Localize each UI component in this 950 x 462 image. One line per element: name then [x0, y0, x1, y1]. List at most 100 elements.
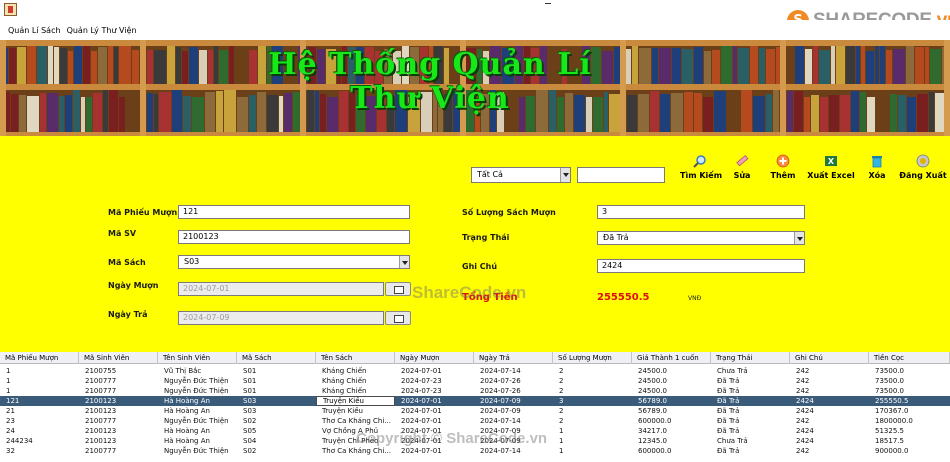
table-cell[interactable]: 2: [553, 366, 632, 376]
table-cell[interactable]: Truyện Chí Phèo: [316, 436, 395, 446]
table-cell[interactable]: 600000.0: [632, 416, 711, 426]
table-cell[interactable]: 2100123: [79, 436, 158, 446]
table-cell[interactable]: 2024-07-09: [474, 426, 553, 436]
table-cell[interactable]: 255550.5: [869, 396, 950, 406]
table-cell[interactable]: 1: [0, 376, 79, 386]
column-header[interactable]: Số Lượng Mượn: [553, 352, 632, 364]
trang-thai-select[interactable]: Đã Trả: [597, 231, 805, 245]
table-row[interactable]: 1 2100777 Nguyễn Đức Thiện S01 Kháng Chiến 20…: [0, 386, 950, 396]
table-cell[interactable]: 2: [553, 386, 632, 396]
ma-phieu-muon-field[interactable]: 121: [178, 205, 410, 219]
table-row[interactable]: 121 2100123 Hà Hoàng An S03 Truyện Kiều 2024-…: [0, 396, 950, 406]
table-cell[interactable]: 2424: [790, 396, 869, 406]
table-cell[interactable]: Hà Hoàng An: [158, 426, 237, 436]
column-header[interactable]: Ghi Chú: [790, 352, 869, 364]
table-cell[interactable]: 600000.0: [632, 446, 711, 456]
table-cell[interactable]: S02: [237, 446, 316, 456]
table-cell[interactable]: 24500.0: [632, 386, 711, 396]
table-cell[interactable]: 2024-07-23: [395, 376, 474, 386]
table-cell[interactable]: 2024-07-09: [474, 406, 553, 416]
column-header[interactable]: Mã Sách: [237, 352, 316, 364]
table-cell[interactable]: 1: [553, 446, 632, 456]
ma-sv-field[interactable]: 2100123: [178, 230, 410, 244]
ma-sach-select[interactable]: S03: [178, 255, 410, 269]
table-cell[interactable]: S03: [237, 396, 316, 406]
table-cell[interactable]: 32: [0, 446, 79, 456]
table-cell[interactable]: 2024-07-01: [395, 416, 474, 426]
table-row[interactable]: 24 2100123 Hà Hoàng An S05 Vợ Chồng A Phủ 202…: [0, 426, 950, 436]
table-cell[interactable]: Đã Trả: [711, 396, 790, 406]
table-cell[interactable]: 2100123: [79, 396, 158, 406]
table-cell[interactable]: 12345.0: [632, 436, 711, 446]
table-cell[interactable]: Đã Trả: [711, 426, 790, 436]
table-cell[interactable]: S01: [237, 376, 316, 386]
table-cell[interactable]: 2024-07-14: [474, 446, 553, 456]
menu-quan-li-sach[interactable]: Quản Lí Sách: [8, 26, 61, 35]
table-cell[interactable]: 73500.0: [869, 366, 950, 376]
column-header[interactable]: Tên Sách: [316, 352, 395, 364]
filter-select[interactable]: Tất Cả: [471, 167, 571, 183]
search-input[interactable]: [577, 167, 665, 183]
table-cell[interactable]: Thơ Ca Kháng Chi...: [316, 416, 395, 426]
table-cell[interactable]: 24: [0, 426, 79, 436]
table-cell[interactable]: Đã Trả: [711, 406, 790, 416]
table-cell[interactable]: 2024-07-23: [395, 386, 474, 396]
table-row[interactable]: 1 2100777 Nguyễn Đức Thiện S01 Kháng Chiến 20…: [0, 376, 950, 386]
table-cell[interactable]: Kháng Chiến: [316, 376, 395, 386]
table-cell[interactable]: 73500.0: [869, 376, 950, 386]
column-header[interactable]: Tiền Cọc: [869, 352, 950, 364]
table-cell[interactable]: 242: [790, 446, 869, 456]
table-row[interactable]: 1 2100755 Vũ Thị Bắc S01 Kháng Chiến 2024-07-…: [0, 366, 950, 376]
table-cell[interactable]: 2100777: [79, 446, 158, 456]
table-cell[interactable]: Chưa Trả: [711, 366, 790, 376]
column-header[interactable]: Ngày Trả: [474, 352, 553, 364]
edit-button[interactable]: Sửa: [728, 154, 756, 180]
table-cell[interactable]: 2424: [790, 436, 869, 446]
column-header[interactable]: Giá Thành 1 cuốn: [632, 352, 711, 364]
table-cell[interactable]: 2024-07-14: [474, 416, 553, 426]
search-button[interactable]: Tìm Kiếm: [680, 154, 722, 180]
table-cell[interactable]: Đã Trả: [711, 376, 790, 386]
ngay-muon-field[interactable]: 2024-07-01: [178, 282, 384, 296]
column-header[interactable]: Tên Sinh Viên: [158, 352, 237, 364]
table-cell[interactable]: Hà Hoàng An: [158, 406, 237, 416]
table-cell[interactable]: 2100123: [79, 406, 158, 416]
table-cell[interactable]: 2024-07-01: [395, 436, 474, 446]
table-cell[interactable]: Chưa Trả: [711, 436, 790, 446]
table-cell[interactable]: Truyện Kiều: [316, 396, 395, 406]
table-row[interactable]: 244234 2100123 Hà Hoàng An S04 Truyện Chí Ph…: [0, 436, 950, 446]
table-cell[interactable]: 2: [553, 406, 632, 416]
table-cell[interactable]: 56789.0: [632, 396, 711, 406]
table-cell[interactable]: 2024-07-01: [395, 406, 474, 416]
export-excel-button[interactable]: X Xuất Excel: [806, 154, 856, 180]
table-cell[interactable]: 2100777: [79, 416, 158, 426]
table-cell[interactable]: 2024-07-26: [474, 376, 553, 386]
table-cell[interactable]: 2024-07-26: [474, 386, 553, 396]
table-cell[interactable]: 73500.0: [869, 386, 950, 396]
table-cell[interactable]: 2024-07-01: [395, 426, 474, 436]
table-cell[interactable]: 23: [0, 416, 79, 426]
table-cell[interactable]: 2424: [790, 426, 869, 436]
table-cell[interactable]: Nguyễn Đức Thiện: [158, 416, 237, 426]
table-cell[interactable]: S02: [237, 416, 316, 426]
table-cell[interactable]: Kháng Chiến: [316, 386, 395, 396]
table-cell[interactable]: Nguyễn Đức Thiện: [158, 376, 237, 386]
table-cell[interactable]: 2024-07-09: [474, 396, 553, 406]
table-cell[interactable]: Vợ Chồng A Phủ: [316, 426, 395, 436]
table-cell[interactable]: 242: [790, 416, 869, 426]
logout-button[interactable]: Đăng Xuất: [898, 154, 948, 180]
column-header[interactable]: Mã Phiếu Mượn: [0, 352, 79, 364]
table-cell[interactable]: 242: [790, 386, 869, 396]
table-cell[interactable]: 2100755: [79, 366, 158, 376]
ngay-tra-field[interactable]: 2024-07-09: [178, 311, 384, 325]
minimize-icon[interactable]: [545, 2, 551, 4]
table-row[interactable]: 23 2100777 Nguyễn Đức Thiện S02 Thơ Ca Kháng…: [0, 416, 950, 426]
so-luong-field[interactable]: 3: [597, 205, 805, 219]
table-cell[interactable]: Truyện Kiều: [316, 406, 395, 416]
column-header[interactable]: Ngày Mượn: [395, 352, 474, 364]
column-header[interactable]: Mã Sinh Viên: [79, 352, 158, 364]
table-cell[interactable]: S03: [237, 406, 316, 416]
table-cell[interactable]: 34217.0: [632, 426, 711, 436]
table-cell[interactable]: 2100777: [79, 376, 158, 386]
table-cell[interactable]: S05: [237, 426, 316, 436]
